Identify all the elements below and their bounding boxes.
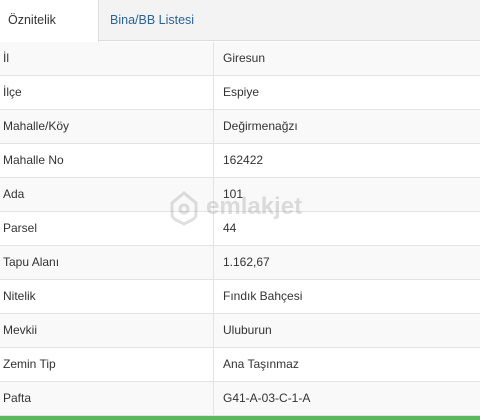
attribute-table: İl Giresun İlçe Espiye Mahalle/Köy Değir…: [0, 42, 480, 416]
row-key: Mahalle No: [0, 144, 214, 177]
table-row: Mahalle/Köy Değirmenağzı: [0, 110, 480, 144]
table-row: Pafta G41-A-03-C-1-A: [0, 382, 480, 416]
bottom-accent-bar: [0, 416, 480, 420]
table-row: Nitelik Fındık Bahçesi: [0, 280, 480, 314]
table-row: Ada 101: [0, 178, 480, 212]
row-value: 44: [223, 221, 237, 235]
row-value: Espiye: [223, 85, 260, 99]
table-row: İlçe Espiye: [0, 76, 480, 110]
row-key: Pafta: [0, 382, 214, 415]
tab-building-list[interactable]: Bina/BB Listesi: [102, 0, 202, 41]
row-key: Mevkii: [0, 314, 214, 347]
row-value: Değirmenağzı: [223, 119, 298, 133]
row-key: Mahalle/Köy: [0, 110, 214, 143]
table-row: Mevkii Uluburun: [0, 314, 480, 348]
row-key: Nitelik: [0, 280, 214, 313]
row-key: Ada: [0, 178, 214, 211]
row-value: 162422: [223, 153, 264, 167]
tab-attribute-info[interactable]: Öznitelik Bilgisi: [0, 0, 99, 68]
row-value: 1.162,67: [223, 255, 270, 269]
row-value: Giresun: [223, 51, 266, 65]
row-value: 101: [223, 187, 244, 201]
row-value: Fındık Bahçesi: [223, 289, 303, 303]
row-key: Zemin Tip: [0, 348, 214, 381]
row-key: İlçe: [0, 76, 214, 109]
table-row: Parsel 44: [0, 212, 480, 246]
table-row: Mahalle No 162422: [0, 144, 480, 178]
row-key: Parsel: [0, 212, 214, 245]
row-key: İl: [0, 42, 214, 75]
table-row: İl Giresun: [0, 42, 480, 76]
row-value: Uluburun: [223, 323, 272, 337]
table-row: Tapu Alanı 1.162,67: [0, 246, 480, 280]
row-key: Tapu Alanı: [0, 246, 214, 279]
table-row: Zemin Tip Ana Taşınmaz: [0, 348, 480, 382]
row-value: G41-A-03-C-1-A: [223, 391, 311, 405]
tab-bar: Öznitelik Bilgisi Bina/BB Listesi: [0, 0, 480, 68]
row-value: Ana Taşınmaz: [223, 357, 299, 371]
